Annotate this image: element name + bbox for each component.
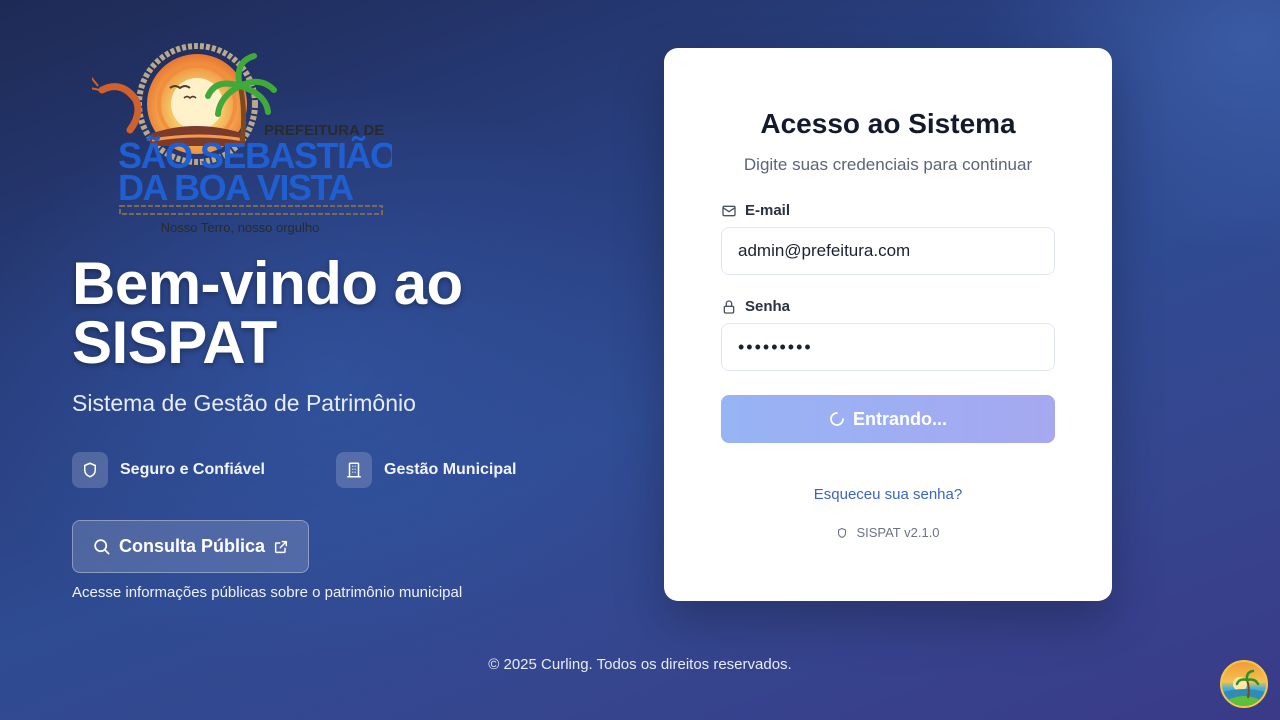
svg-text:DA BOA VISTA: DA BOA VISTA	[118, 167, 354, 208]
hero-subtitle: Sistema de Gestão de Patrimônio	[72, 390, 416, 416]
public-consultation-button[interactable]: Consulta Pública	[72, 520, 309, 573]
footer-copyright: © 2025 Curling. Todos os direitos reserv…	[488, 656, 792, 673]
external-link-icon	[274, 540, 288, 553]
public-access-note: Acesse informações públicas sobre o patr…	[72, 584, 463, 601]
public-consultation-label: Consulta Pública	[118, 536, 266, 556]
svg-text:Nosso Terro, nosso orgulho: Nosso Terro, nosso orgulho	[161, 220, 320, 235]
building-icon	[336, 452, 372, 488]
email-field[interactable]	[721, 227, 1055, 275]
login-subtitle: Digite suas credenciais para continuar	[743, 155, 1033, 174]
beach-palm-icon	[1222, 669, 1266, 706]
hero-title: Bem-vindo ao SISPAT	[72, 250, 463, 376]
floating-logo-badge[interactable]	[1220, 660, 1268, 708]
login-submit-label: Entrando...	[853, 408, 947, 429]
password-label: Senha	[721, 298, 790, 315]
feature-label: Seguro e Confiável	[120, 461, 265, 478]
loading-spinner-icon	[830, 412, 844, 426]
login-card: Acesso ao Sistema Digite suas credenciai…	[664, 48, 1112, 601]
lock-icon	[723, 299, 735, 314]
login-submit-button[interactable]: Entrando...	[721, 395, 1055, 443]
shield-icon	[72, 452, 108, 488]
forgot-password-link[interactable]: Esqueceu sua senha?	[664, 486, 1112, 503]
feature-label: Gestão Municipal	[384, 461, 517, 478]
email-label: E-mail	[721, 202, 790, 219]
shield-icon	[838, 527, 847, 538]
mail-icon	[722, 205, 736, 216]
password-field[interactable]	[721, 323, 1055, 371]
feature-municipal: Gestão Municipal	[336, 452, 516, 488]
version-info: SISPAT v2.1.0	[664, 525, 1112, 540]
prefeitura-logo: PREFEITURA DE SÃO SEBASTIÃO DA BOA VISTA…	[89, 42, 399, 238]
login-title: Acesso ao Sistema	[760, 108, 1016, 139]
feature-secure: Seguro e Confiável	[72, 452, 265, 488]
search-icon	[94, 539, 110, 555]
